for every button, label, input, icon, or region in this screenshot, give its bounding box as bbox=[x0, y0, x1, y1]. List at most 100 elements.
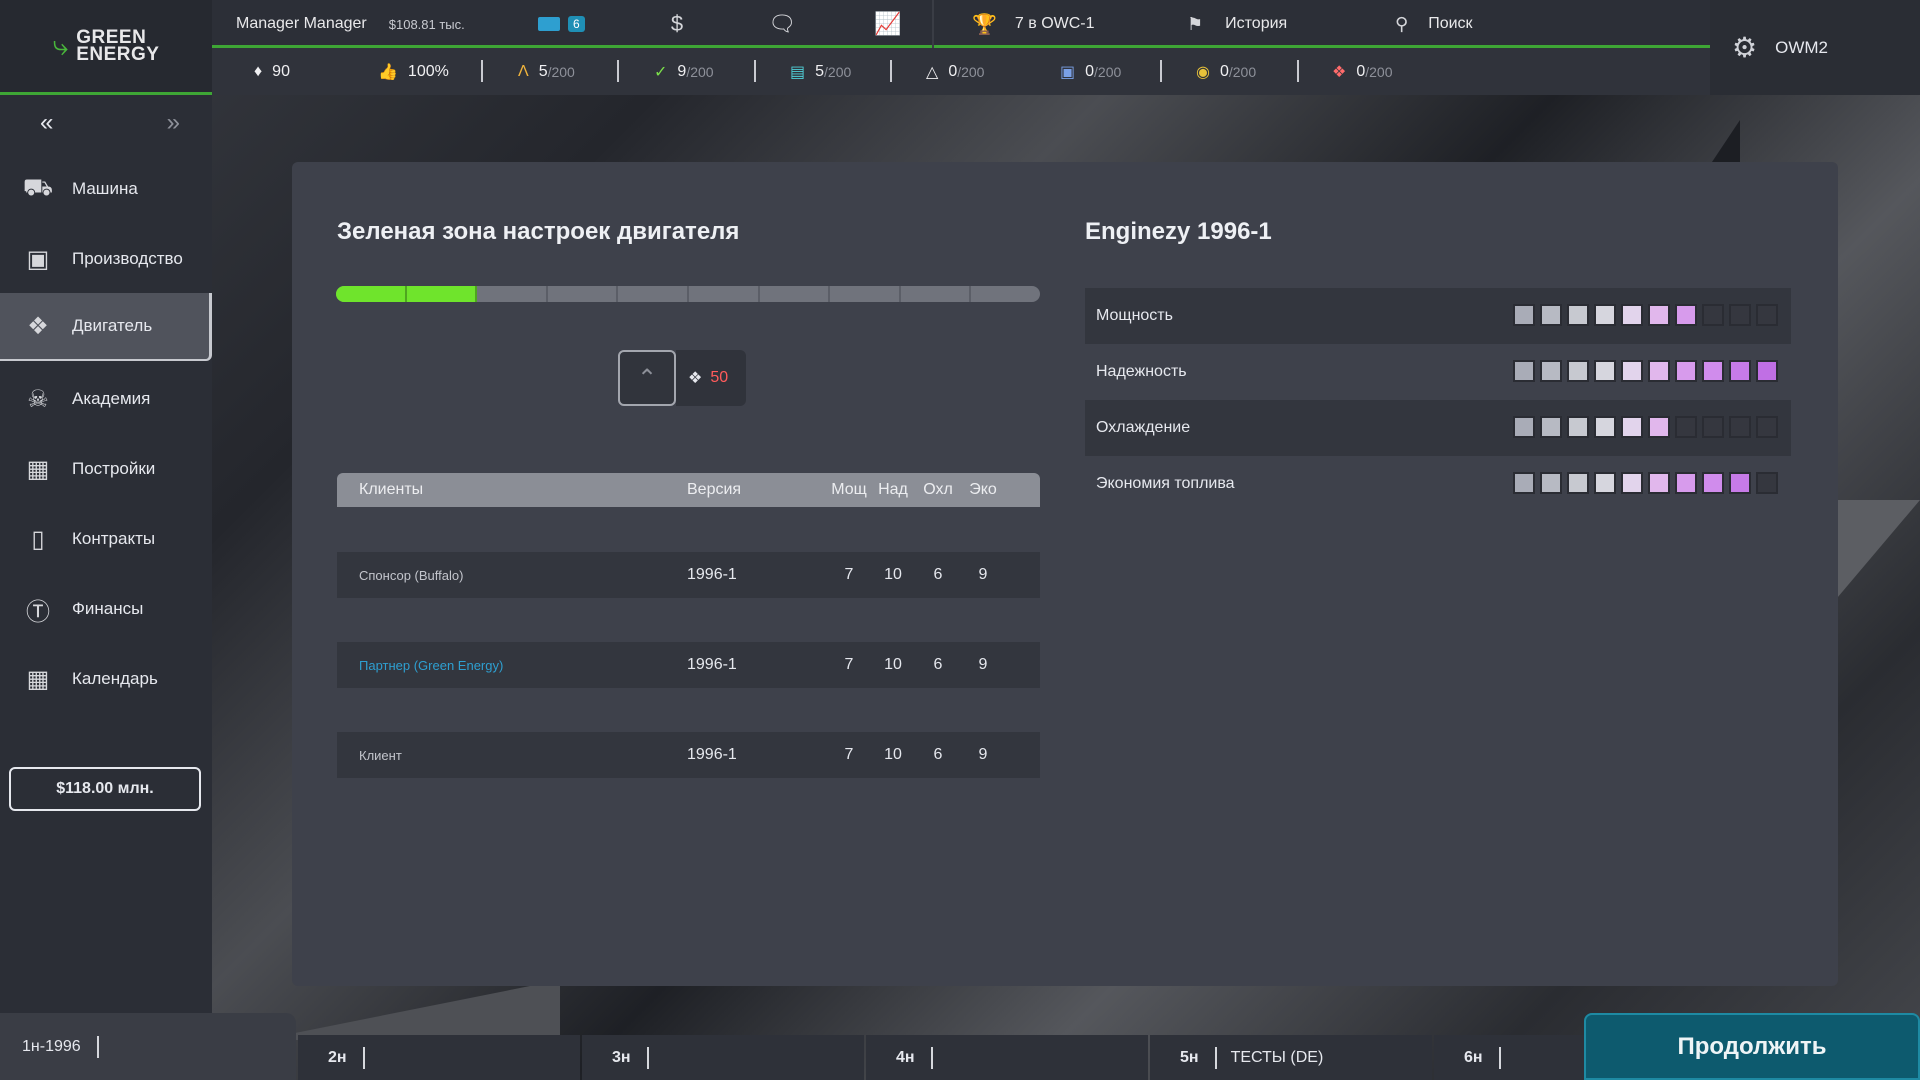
sidebar-item-production[interactable]: ▣ Производство bbox=[0, 225, 212, 293]
table-row[interactable]: Клиент 1996-1 7 10 6 9 bbox=[337, 732, 1040, 778]
sidebar-item-car[interactable]: ⛟ Машина bbox=[0, 155, 212, 223]
continue-button[interactable]: Продолжить bbox=[1584, 1013, 1920, 1080]
rating-pip bbox=[1648, 472, 1670, 494]
chevron-double-right-icon[interactable]: » bbox=[167, 109, 180, 139]
sidebar-item-engine[interactable]: ❖ Двигатель bbox=[0, 293, 212, 361]
rating-pip bbox=[1567, 360, 1589, 382]
rating-pip bbox=[1513, 472, 1535, 494]
stats-button[interactable]: 📈 bbox=[868, 0, 908, 48]
row-reliability: 10 bbox=[884, 566, 902, 583]
engine-stat-cooling: Охлаждение bbox=[1085, 400, 1791, 456]
timeline-week[interactable]: 4н bbox=[866, 1035, 1148, 1080]
sidebar-item-calendar[interactable]: ▦ Календарь bbox=[0, 645, 212, 713]
stat-value: 90 bbox=[272, 62, 290, 80]
account-button[interactable]: ⚙ OWM2 bbox=[1710, 0, 1920, 95]
rating-pip bbox=[1513, 360, 1535, 382]
stat-max: /200 bbox=[1365, 63, 1393, 80]
team-logo[interactable]: ⤷ GREEN ENERGY bbox=[0, 0, 212, 95]
stat-tires[interactable]: ◉ 0/200 bbox=[1196, 48, 1256, 95]
stat-business[interactable]: ▤ 5/200 bbox=[790, 48, 851, 95]
finance-button[interactable]: $ bbox=[657, 0, 697, 48]
timeline-week[interactable]: 2н bbox=[298, 1035, 580, 1080]
wrench-icon: ✓ bbox=[654, 63, 668, 81]
history-button[interactable]: ⚑ История bbox=[1187, 0, 1287, 48]
rating-pip bbox=[1513, 416, 1535, 438]
week-label: 6н bbox=[1464, 1048, 1483, 1066]
progress-segment bbox=[689, 286, 760, 302]
chat-button[interactable]: 🗨 bbox=[762, 0, 802, 48]
cooling-rating-pips bbox=[1513, 416, 1783, 438]
progress-segment bbox=[336, 286, 407, 302]
sidebar-item-label: Постройки bbox=[72, 459, 156, 478]
table-row[interactable]: Спонсор (Buffalo) 1996-1 7 10 6 9 bbox=[337, 552, 1040, 598]
building-icon: ▦ bbox=[26, 455, 50, 483]
mail-button[interactable]: 6 bbox=[538, 0, 585, 48]
timeline-week[interactable]: 6н bbox=[1434, 1035, 1584, 1080]
engine-stat-label: Надежность bbox=[1096, 363, 1187, 380]
rating-pip bbox=[1729, 360, 1751, 382]
week-event: ТЕСТЫ (DE) bbox=[1230, 1048, 1324, 1066]
chevron-double-up-icon: ⌃ bbox=[636, 364, 658, 392]
engine-stat-fuel-economy: Экономия топлива bbox=[1085, 456, 1791, 512]
top-bar: Manager Manager $108.81 тыс. 6 $ 🗨 📈 🏆 7… bbox=[212, 0, 1710, 48]
upgrade-button[interactable]: ⌃ bbox=[618, 350, 676, 406]
rating-pip bbox=[1540, 304, 1562, 326]
search-button[interactable]: ⚲ Поиск bbox=[1395, 0, 1473, 48]
current-week: 1н-1996 bbox=[0, 1013, 296, 1080]
stat-design[interactable]: Λ 5/200 bbox=[518, 48, 575, 95]
stat-engines[interactable]: ❖ 0/200 bbox=[1332, 48, 1393, 95]
table-row[interactable]: Партнер (Green Energy) 1996-1 7 10 6 9 bbox=[337, 642, 1040, 688]
ranking-label: 7 в OWC-1 bbox=[1014, 15, 1095, 32]
sidebar-item-contracts[interactable]: ▯ Контракты bbox=[0, 505, 212, 573]
sidebar-item-finance[interactable]: Ⓣ Финансы bbox=[0, 575, 212, 643]
progress-segment bbox=[477, 286, 548, 302]
progress-segment bbox=[971, 286, 1040, 302]
topbar-divider bbox=[932, 0, 934, 48]
sidebar-item-label: Производство bbox=[72, 249, 183, 268]
row-client: Клиент bbox=[359, 747, 402, 763]
row-version: 1996-1 bbox=[687, 566, 737, 583]
stat-engineering[interactable]: ✓ 9/200 bbox=[654, 48, 714, 95]
ranking-button[interactable]: 🏆 7 в OWC-1 bbox=[972, 0, 1095, 48]
timeline-week[interactable]: 5н ТЕСТЫ (DE) bbox=[1150, 1035, 1432, 1080]
engine-stat-label: Экономия топлива bbox=[1096, 475, 1235, 492]
rating-pip bbox=[1621, 416, 1643, 438]
stat-fuel[interactable]: ♦ 90 bbox=[254, 48, 290, 95]
drop-icon: ♦ bbox=[254, 62, 263, 80]
rating-pip bbox=[1594, 416, 1616, 438]
stat-morale[interactable]: 👍 100% bbox=[378, 48, 449, 95]
sidebar-nav-arrows: « » bbox=[40, 109, 180, 139]
engine-stat-label: Охлаждение bbox=[1096, 419, 1191, 436]
engine-stat-label: Мощность bbox=[1096, 307, 1173, 324]
week-label: 5н bbox=[1180, 1048, 1199, 1066]
stat-value: 5 bbox=[815, 62, 825, 80]
stat-research[interactable]: △ 0/200 bbox=[926, 48, 984, 95]
row-client-link[interactable]: Партнер (Green Energy) bbox=[359, 642, 503, 688]
balance-button[interactable]: $118.00 млн. bbox=[9, 767, 201, 811]
manager-info[interactable]: Manager Manager $108.81 тыс. bbox=[236, 0, 465, 48]
sidebar-item-academy[interactable]: ☠ Академия bbox=[0, 365, 212, 433]
row-economy: 9 bbox=[978, 656, 988, 673]
academy-icon: ☠ bbox=[27, 385, 49, 413]
history-label: История bbox=[1225, 15, 1288, 32]
rating-pip bbox=[1729, 304, 1751, 326]
week-label: 4н bbox=[896, 1048, 915, 1066]
contracts-icon: ▯ bbox=[31, 525, 45, 553]
rating-pip bbox=[1513, 304, 1535, 326]
rating-pip bbox=[1621, 472, 1643, 494]
car-icon: ▣ bbox=[1060, 63, 1076, 81]
stat-max: /200 bbox=[1228, 63, 1257, 80]
row-cooling: 6 bbox=[933, 746, 943, 763]
leaf-icon: ⤷ bbox=[52, 29, 69, 61]
row-power: 7 bbox=[844, 656, 854, 673]
engine-icon: ❖ bbox=[688, 370, 703, 387]
row-version: 1996-1 bbox=[687, 656, 737, 673]
stat-car-parts[interactable]: ▣ 0/200 bbox=[1060, 48, 1121, 95]
engine-stat-reliability: Надежность bbox=[1085, 344, 1791, 400]
stat-value: 9 bbox=[677, 62, 687, 80]
timeline-week[interactable]: 3н bbox=[582, 1035, 864, 1080]
progress-segment bbox=[760, 286, 831, 302]
progress-segment bbox=[618, 286, 689, 302]
chevron-double-left-icon[interactable]: « bbox=[40, 109, 53, 139]
sidebar-item-buildings[interactable]: ▦ Постройки bbox=[0, 435, 212, 503]
